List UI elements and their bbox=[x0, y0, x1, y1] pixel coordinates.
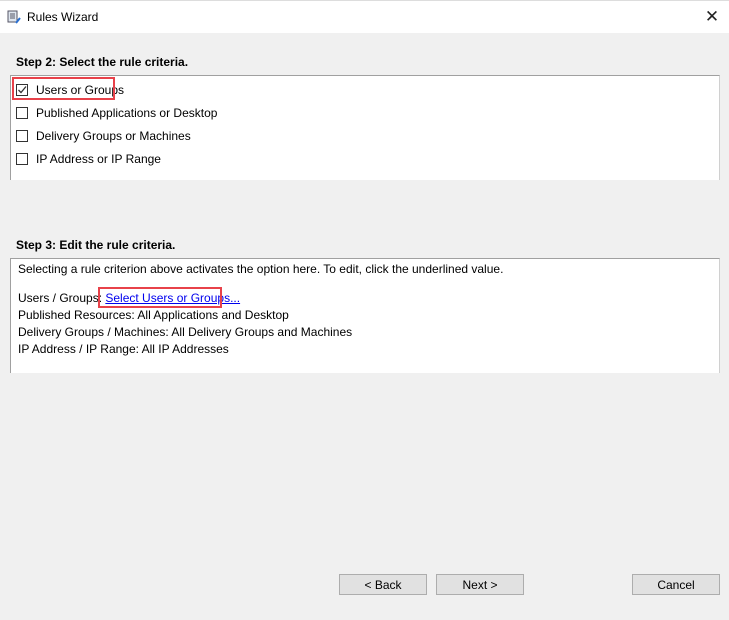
criterion-label: Delivery Groups or Machines bbox=[36, 129, 191, 143]
highlight-box bbox=[98, 287, 222, 308]
window-title: Rules Wizard bbox=[27, 10, 99, 24]
criterion-delivery-groups[interactable]: Delivery Groups or Machines bbox=[16, 129, 191, 143]
criterion-published-apps[interactable]: Published Applications or Desktop bbox=[16, 106, 217, 120]
criterion-ip-address[interactable]: IP Address or IP Range bbox=[16, 152, 161, 166]
close-button[interactable]: ✕ bbox=[695, 1, 729, 33]
delivery-groups-line: Delivery Groups / Machines: All Delivery… bbox=[18, 325, 353, 339]
rules-wizard-icon bbox=[7, 10, 21, 24]
ip-address-line: IP Address / IP Range: All IP Addresses bbox=[18, 342, 229, 356]
criteria-editor: Selecting a rule criterion above activat… bbox=[10, 258, 720, 373]
highlight-box bbox=[12, 77, 115, 100]
back-button[interactable]: < Back bbox=[339, 574, 427, 595]
checkbox[interactable] bbox=[16, 107, 28, 119]
checkbox[interactable] bbox=[16, 130, 28, 142]
intro-text: Selecting a rule criterion above activat… bbox=[18, 262, 504, 276]
published-resources-line: Published Resources: All Applications an… bbox=[18, 308, 289, 322]
cancel-button[interactable]: Cancel bbox=[632, 574, 720, 595]
criteria-list: Users or Groups Published Applications o… bbox=[10, 75, 720, 180]
criterion-label: IP Address or IP Range bbox=[36, 152, 161, 166]
title-bar: Rules Wizard ✕ bbox=[0, 0, 729, 33]
next-button[interactable]: Next > bbox=[436, 574, 524, 595]
checkbox[interactable] bbox=[16, 153, 28, 165]
close-icon: ✕ bbox=[704, 7, 720, 26]
users-groups-label: Users / Groups: bbox=[18, 291, 106, 305]
step3-heading: Step 3: Edit the rule criteria. bbox=[16, 238, 176, 252]
step2-heading: Step 2: Select the rule criteria. bbox=[16, 55, 189, 69]
criterion-label: Published Applications or Desktop bbox=[36, 106, 218, 120]
